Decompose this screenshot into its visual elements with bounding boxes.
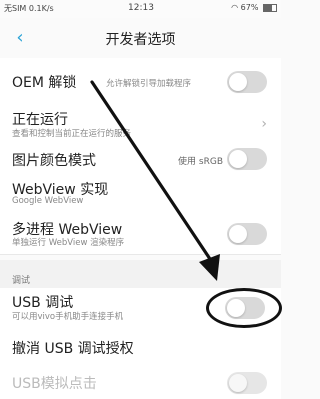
arrow-head <box>199 254 220 281</box>
annotation-circle <box>206 288 282 328</box>
annotation-arrow <box>90 80 220 281</box>
arrow-shaft <box>90 80 214 264</box>
